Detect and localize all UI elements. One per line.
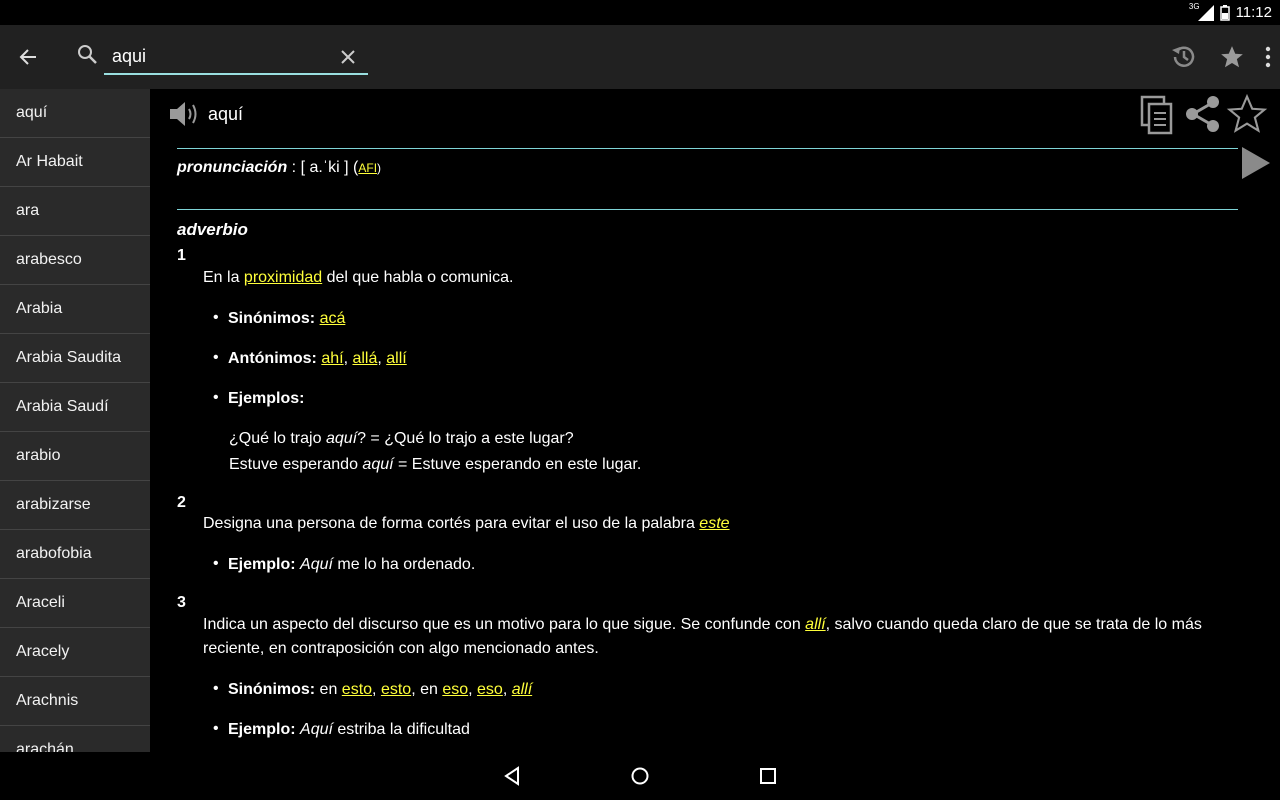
- word-list: aquí Ar Habait ara arabesco Arabia Arabi…: [0, 89, 150, 752]
- synonym-link[interactable]: eso: [477, 681, 503, 698]
- signal-icon: [1197, 4, 1214, 21]
- entry-header: aquí: [168, 99, 243, 129]
- list-item[interactable]: ara: [0, 187, 150, 236]
- nav-recents-button[interactable]: [756, 764, 780, 788]
- entry-content: aquí pronunciación : [ a.ˈki ] (AFI) adv…: [150, 89, 1280, 752]
- sense-number: 2: [177, 494, 186, 511]
- star-icon: [1221, 46, 1243, 68]
- nav-recents-icon: [760, 768, 776, 784]
- example-line: ¿Qué lo trajo aquí? = ¿Qué lo trajo a es…: [229, 430, 574, 447]
- copy-icon[interactable]: [1140, 95, 1174, 135]
- synonym-link[interactable]: acá: [320, 310, 346, 327]
- afi-link[interactable]: AFI: [358, 161, 377, 175]
- divider: [177, 148, 1238, 149]
- list-item[interactable]: arachán: [0, 726, 150, 752]
- synonym-link[interactable]: eso: [442, 681, 468, 698]
- antonym-link[interactable]: allá: [352, 350, 377, 367]
- clock: 11:12: [1235, 4, 1272, 21]
- list-item[interactable]: Arabia Saudí: [0, 383, 150, 432]
- back-button[interactable]: [12, 41, 44, 73]
- list-item[interactable]: arabio: [0, 432, 150, 481]
- battery-icon: [1219, 4, 1230, 21]
- examples-label: Ejemplos:: [213, 389, 305, 408]
- definition-link[interactable]: allí: [805, 616, 825, 633]
- list-item[interactable]: Arabia: [0, 285, 150, 334]
- divider: [177, 209, 1238, 210]
- synonym-link[interactable]: allí: [512, 681, 532, 698]
- favorites-button[interactable]: [1208, 33, 1256, 81]
- list-item[interactable]: Aracely: [0, 628, 150, 677]
- sense-definition: En la proximidad del que habla o comunic…: [203, 269, 514, 286]
- back-arrow-icon: [19, 49, 36, 65]
- antonym-link[interactable]: allí: [386, 350, 406, 367]
- status-bar: 3G 11:12: [0, 0, 1280, 25]
- list-item[interactable]: Arachnis: [0, 677, 150, 726]
- example-line: Ejemplo: Aquí estriba la dificultad: [213, 720, 470, 739]
- list-item[interactable]: aquí: [0, 89, 150, 138]
- sense-number: 1: [177, 247, 186, 264]
- system-nav-bar: [0, 752, 1280, 800]
- pronunciation: pronunciación : [ a.ˈki ] (AFI): [177, 159, 381, 177]
- status-icons: 3G 11:12: [1189, 0, 1272, 25]
- overflow-menu-button[interactable]: [1256, 33, 1280, 81]
- synonyms-line: Sinónimos: en esto, esto, en eso, eso, a…: [213, 680, 532, 699]
- search-icon: [78, 45, 97, 64]
- list-item[interactable]: Ar Habait: [0, 138, 150, 187]
- more-vert-icon: [1265, 46, 1271, 68]
- definition-link[interactable]: proximidad: [244, 269, 322, 286]
- sense-definition: Indica un aspecto del discurso que es un…: [203, 616, 1202, 657]
- nav-home-icon: [631, 767, 649, 785]
- history-button[interactable]: [1160, 33, 1208, 81]
- list-item[interactable]: arabizarse: [0, 481, 150, 530]
- list-item[interactable]: Arabia Saudita: [0, 334, 150, 383]
- synonyms-line: Sinónimos: acá: [213, 309, 346, 328]
- pronunciation-label: pronunciación: [177, 159, 288, 176]
- synonym-link[interactable]: esto: [342, 681, 372, 698]
- antonyms-line: Antónimos: ahí, allá, allí: [213, 349, 407, 368]
- search-input[interactable]: [104, 39, 368, 75]
- list-item[interactable]: arabesco: [0, 236, 150, 285]
- nav-back-button[interactable]: [500, 764, 524, 788]
- definition-link[interactable]: este: [699, 515, 729, 532]
- share-icon[interactable]: [1184, 95, 1222, 133]
- part-of-speech: adverbio: [177, 220, 248, 239]
- sense-definition: Designa una persona de forma cortés para…: [203, 515, 730, 532]
- app-toolbar: [0, 25, 1280, 89]
- nav-home-button[interactable]: [628, 764, 652, 788]
- network-type: 3G: [1188, 2, 1200, 11]
- pronunciation-value: : [ a.ˈki ] (: [287, 159, 359, 176]
- close-icon: [341, 50, 355, 64]
- synonym-link[interactable]: esto: [381, 681, 411, 698]
- headword: aquí: [208, 103, 244, 124]
- nav-back-icon: [504, 766, 519, 786]
- bookmark-star-icon[interactable]: [1226, 93, 1268, 135]
- example-line: Estuve esperando aquí = Estuve esperando…: [229, 456, 642, 473]
- antonym-link[interactable]: ahí: [321, 350, 343, 367]
- toolbar-actions: [1160, 25, 1280, 89]
- list-item[interactable]: arabofobia: [0, 530, 150, 579]
- example-line: Ejemplo: Aquí me lo ha ordenado.: [213, 555, 475, 574]
- afi-close: ): [377, 161, 382, 175]
- speaker-icon[interactable]: [168, 100, 200, 128]
- clear-search-button[interactable]: [334, 43, 362, 71]
- list-item[interactable]: Araceli: [0, 579, 150, 628]
- sense-number: 3: [177, 594, 186, 611]
- play-icon[interactable]: [1240, 145, 1272, 181]
- history-icon: [1172, 46, 1195, 67]
